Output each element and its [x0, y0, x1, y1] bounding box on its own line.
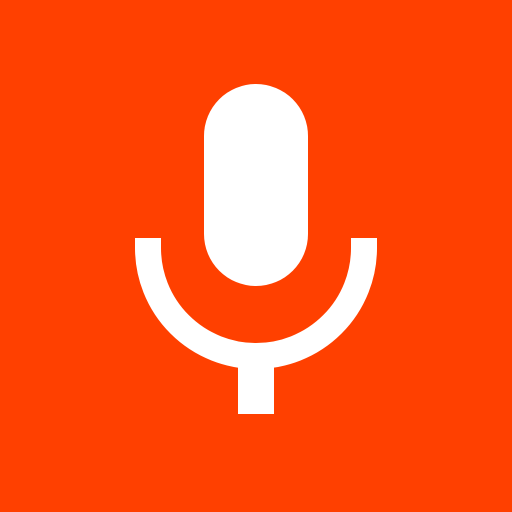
microphone-capsule: [204, 84, 308, 286]
app-icon-tile[interactable]: [0, 0, 512, 512]
microphone-icon: [135, 84, 377, 414]
microphone-stand: [238, 350, 274, 414]
